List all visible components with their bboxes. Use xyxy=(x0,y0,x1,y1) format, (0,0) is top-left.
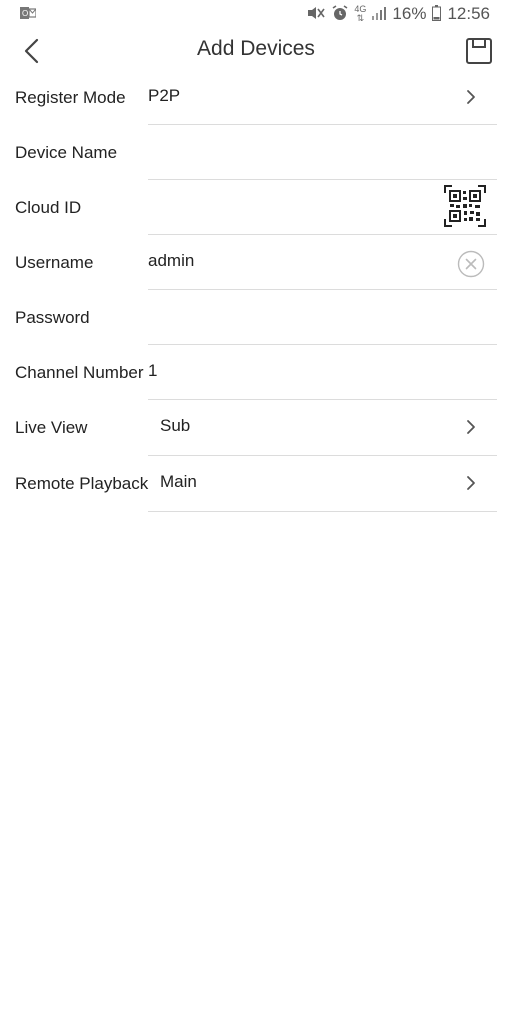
chevron-right-icon xyxy=(467,420,475,434)
chevron-right-icon xyxy=(467,476,475,490)
channel-number-input[interactable]: 1 xyxy=(148,361,157,381)
password-input[interactable] xyxy=(148,306,428,328)
signal-icon xyxy=(372,6,387,23)
register-mode-label: Register Mode xyxy=(15,88,126,107)
remote-playback-row[interactable]: Remote Playback Main xyxy=(0,456,512,512)
channel-number-row: Channel Number 1 xyxy=(0,345,512,400)
cloud-id-input[interactable] xyxy=(148,196,408,218)
save-button[interactable] xyxy=(462,34,496,68)
mute-vibrate-icon xyxy=(306,5,326,24)
register-mode-row[interactable]: Register Mode P2P xyxy=(0,70,512,125)
battery-icon xyxy=(432,4,442,24)
device-name-label: Device Name xyxy=(15,143,118,162)
battery-text: 16% xyxy=(392,4,427,23)
status-bar: O 4G ⇅ 16% 12:56 xyxy=(0,0,512,30)
page-title: Add Devices xyxy=(197,37,315,60)
clock: 12:56 xyxy=(447,4,490,23)
password-label: Password xyxy=(15,308,90,327)
remote-playback-label: Remote Playback xyxy=(15,474,149,493)
outlook-icon: O xyxy=(20,6,37,25)
live-view-row[interactable]: Live View Sub xyxy=(0,400,512,456)
live-view-value: Sub xyxy=(160,416,191,435)
chevron-right-icon xyxy=(467,90,475,104)
qr-scan-icon[interactable] xyxy=(444,185,486,227)
app-header: Add Devices xyxy=(0,30,512,72)
alarm-icon xyxy=(332,4,348,24)
cloud-id-label: Cloud ID xyxy=(15,198,82,217)
clear-icon[interactable] xyxy=(457,250,485,278)
save-icon xyxy=(466,38,492,64)
add-device-form: Register Mode P2P Device Name Cloud ID U… xyxy=(0,70,512,512)
remote-playback-value: Main xyxy=(160,472,197,491)
svg-text:O: O xyxy=(22,9,28,18)
username-label: Username xyxy=(15,253,94,272)
live-view-label: Live View xyxy=(15,418,88,437)
register-mode-value: P2P xyxy=(148,86,181,105)
username-row: Username admin xyxy=(0,235,512,290)
password-row: Password xyxy=(0,290,512,345)
username-input[interactable]: admin xyxy=(148,251,194,271)
channel-number-label: Channel Number xyxy=(15,363,144,382)
divider xyxy=(148,511,497,512)
device-name-row: Device Name xyxy=(0,125,512,180)
device-name-input[interactable] xyxy=(148,141,428,163)
network-4g-icon: 4G ⇅ xyxy=(354,4,367,23)
cloud-id-row: Cloud ID xyxy=(0,180,512,235)
